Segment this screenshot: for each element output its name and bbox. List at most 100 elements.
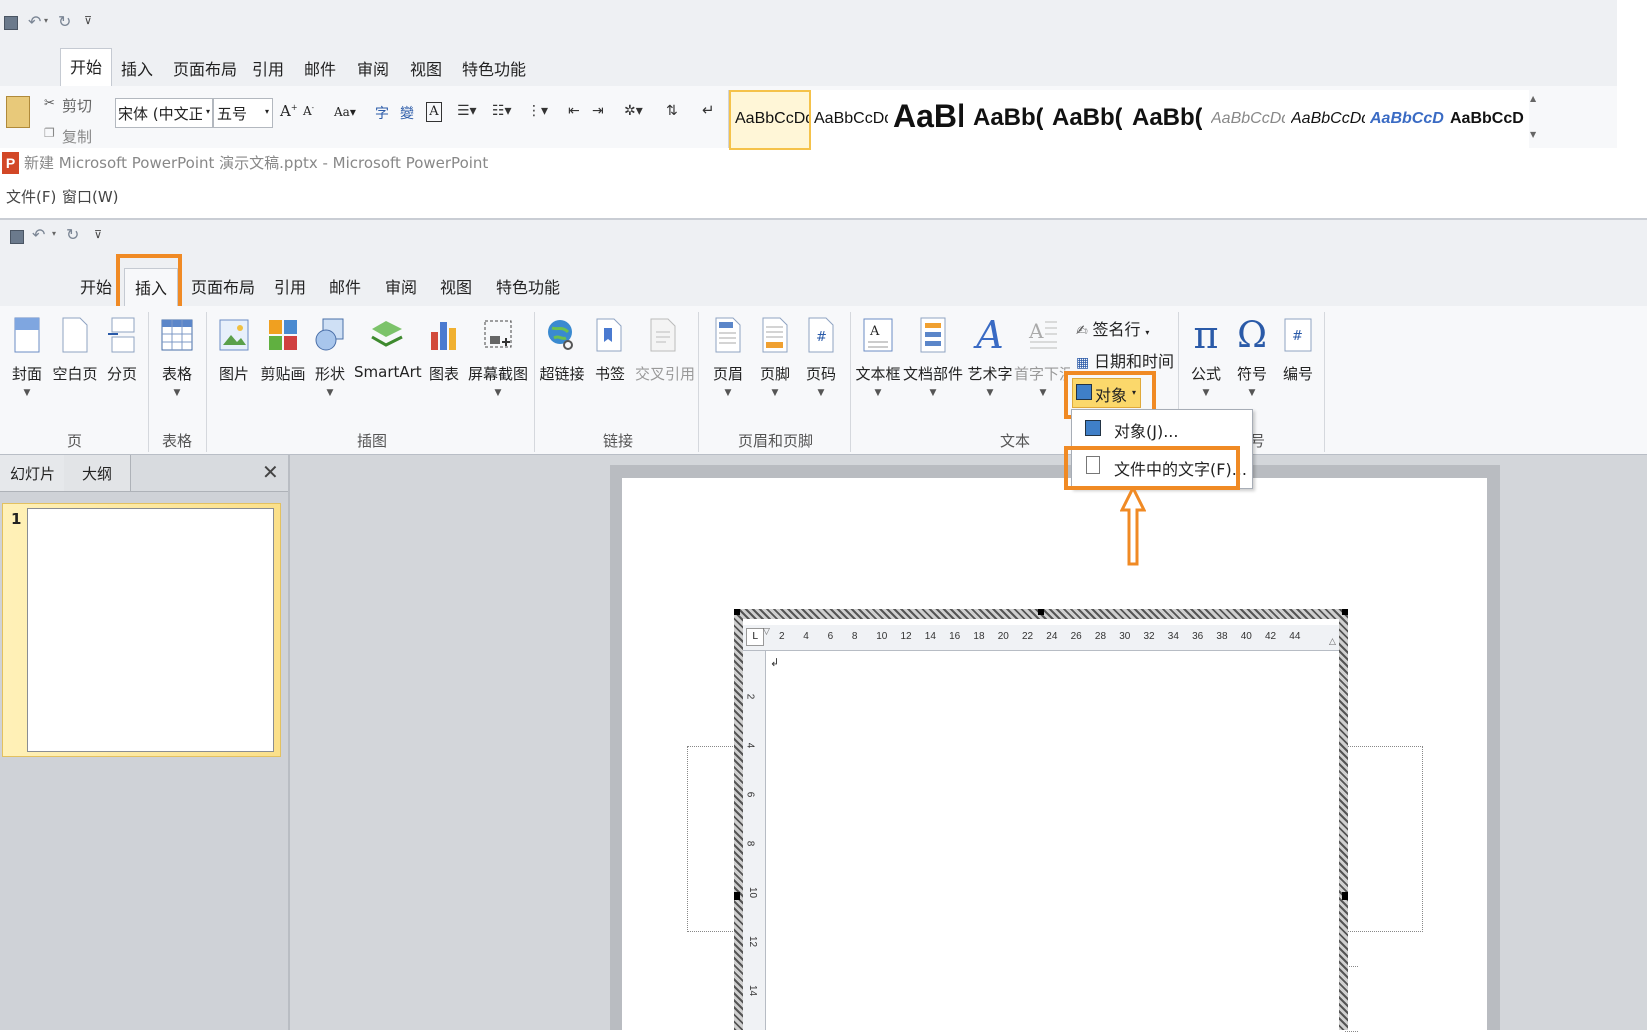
ruler-mark: 26 [1070,631,1082,642]
copy-icon[interactable]: ❐ [44,126,55,140]
redo-icon[interactable]: ↻ [66,225,79,244]
signature-line-button[interactable]: ✍ 签名行 ▾ [1076,316,1149,340]
tab-outline[interactable]: 大纲 [64,455,131,491]
change-case-icon[interactable]: Aa▾ [334,105,356,119]
slide-thumbnail-row[interactable]: 1 [2,503,281,757]
menu-item-object[interactable]: 对象(J)... [1076,414,1248,442]
text-box-button[interactable]: A 文本框 ▼ [855,315,901,398]
tab-stop-selector[interactable]: L [746,628,764,646]
quick-parts-button[interactable]: 文档部件 ▼ [903,315,963,398]
save-icon[interactable] [10,230,24,244]
resize-handle[interactable] [734,609,740,615]
undo-icon[interactable]: ↶ [28,12,41,31]
save-icon[interactable] [4,16,18,30]
chevron-down-icon: ▼ [173,388,181,398]
char-border-icon[interactable]: A [426,102,442,122]
cut-icon[interactable]: ✂ [44,96,55,111]
slide-thumbnail[interactable] [27,508,274,752]
chart-button[interactable]: 图表 [426,315,462,384]
numbering-button[interactable]: # 编号 [1280,315,1316,384]
tab-review[interactable]: 审阅 [385,274,417,298]
customize-qat-icon[interactable]: ⊽ [94,228,102,241]
top-tab-review[interactable]: 审阅 [357,56,389,80]
menu-file[interactable]: 文件(F) [6,186,56,207]
top-tab-home[interactable]: 开始 [60,48,112,87]
chinese-layout-icon[interactable]: ✲▾ [624,103,643,119]
numbering-icon[interactable]: ☷▾ [492,103,512,119]
sort-icon[interactable]: ⇅ [666,103,678,119]
hyperlink-button[interactable]: 超链接 [538,315,586,384]
dropdown-arrow-icon[interactable]: ▾ [44,16,48,25]
symbol-button[interactable]: Ω 符号 ▼ [1234,315,1270,399]
tab-slides[interactable]: 幻灯片 [0,455,65,491]
embedded-document[interactable] [743,619,1339,1030]
font-name-combobox[interactable]: 宋体 (中文正: ▾ [115,98,213,128]
clip-art-button[interactable]: 剪贴画 [260,315,306,384]
scroll-up-icon[interactable]: ▲ [1530,94,1536,103]
top-tab-special[interactable]: 特色功能 [462,56,526,80]
style-sample-heading1[interactable]: AaBb [893,98,963,150]
close-icon[interactable]: ✕ [262,460,279,484]
page-break-button[interactable]: 分页 [104,315,140,384]
equation-button[interactable]: π 公式 ▼ [1188,313,1224,398]
header-button[interactable]: 页眉 ▼ [710,315,746,398]
smartart-button[interactable]: SmartArt [354,315,422,381]
menu-window[interactable]: 窗口(W) [62,186,119,207]
paste-icon[interactable] [6,96,30,128]
indent-marker-right[interactable]: △ [1329,637,1336,647]
bookmark-button[interactable]: 书签 [592,315,628,384]
chevron-down-icon: ▾ [1145,328,1150,337]
horizontal-ruler[interactable]: L 2 4 6 8 10 12 14 16 18 20 22 24 26 28 30 32 34 36 38 40 42… [743,625,1339,651]
increase-indent-icon[interactable]: ⇥ [592,103,604,119]
screenshot-button[interactable]: 屏幕截图 ▼ [466,315,530,398]
phonetic-guide-icon[interactable]: 字 [375,103,389,123]
enclose-char-icon[interactable]: 變 [400,103,414,123]
shapes-button[interactable]: 形状 ▼ [312,315,348,398]
picture-button[interactable]: 图片 [216,315,252,384]
shrink-font-icon[interactable]: A- [303,104,314,118]
tab-home[interactable]: 开始 [80,274,112,298]
indent-marker-left[interactable]: ▽ [763,627,770,637]
top-tab-view[interactable]: 视图 [410,56,442,80]
bullets-icon[interactable]: ☰▾ [457,103,477,119]
blank-page-button[interactable]: 空白页 [52,315,98,384]
group-separator [534,312,535,452]
resize-handle[interactable] [1342,609,1348,615]
vertical-ruler[interactable]: 2 4 6 8 10 12 14 [743,651,766,1030]
resize-handle[interactable] [1342,892,1348,900]
cover-page-button[interactable]: 封面 ▼ [8,315,46,398]
customize-qat-icon[interactable]: ⊽ [84,14,92,27]
resize-handle[interactable] [734,892,740,900]
date-time-button[interactable]: ▦ 日期和时间 [1076,348,1174,372]
show-marks-icon[interactable]: ↵ [702,101,715,119]
redo-icon[interactable]: ↻ [58,12,71,31]
ruler-mark: 32 [1143,631,1155,642]
style-sample-heading2[interactable]: AaBb( [973,104,1043,156]
wordart-button[interactable]: A 艺术字 ▼ [966,313,1014,398]
dropdown-arrow-icon[interactable]: ▾ [52,229,56,238]
table-button[interactable]: 表格 ▼ [158,315,196,398]
top-tab-mailings[interactable]: 邮件 [304,56,336,80]
top-tab-references[interactable]: 引用 [252,56,284,80]
tab-layout[interactable]: 页面布局 [191,274,255,298]
tab-references[interactable]: 引用 [274,274,306,298]
tab-special[interactable]: 特色功能 [496,274,560,298]
resize-handle[interactable] [1038,609,1044,615]
page-number-button[interactable]: # 页码 ▼ [803,315,839,398]
top-tab-insert[interactable]: 插入 [121,56,153,80]
undo-icon[interactable]: ↶ [32,225,45,244]
scroll-down-icon[interactable]: ▼ [1530,130,1536,139]
ruler-mark: 40 [1240,631,1252,642]
tab-mailings[interactable]: 邮件 [329,274,361,298]
footer-button[interactable]: 页脚 ▼ [757,315,793,398]
ruler-mark: 30 [1119,631,1131,642]
style-sample-subtitle[interactable]: AaBb( [1132,104,1202,156]
font-size-combobox[interactable]: 五号 ▾ [213,98,273,128]
top-tab-layout[interactable]: 页面布局 [173,56,237,80]
multilevel-list-icon[interactable]: ⋮▾ [527,103,548,119]
grow-font-icon[interactable]: A+ [280,102,298,120]
style-sample-title[interactable]: AaBb( [1052,104,1122,156]
decrease-indent-icon[interactable]: ⇤ [568,103,580,119]
tab-view[interactable]: 视图 [440,274,472,298]
cross-reference-button[interactable]: 交叉引用 [634,315,696,384]
